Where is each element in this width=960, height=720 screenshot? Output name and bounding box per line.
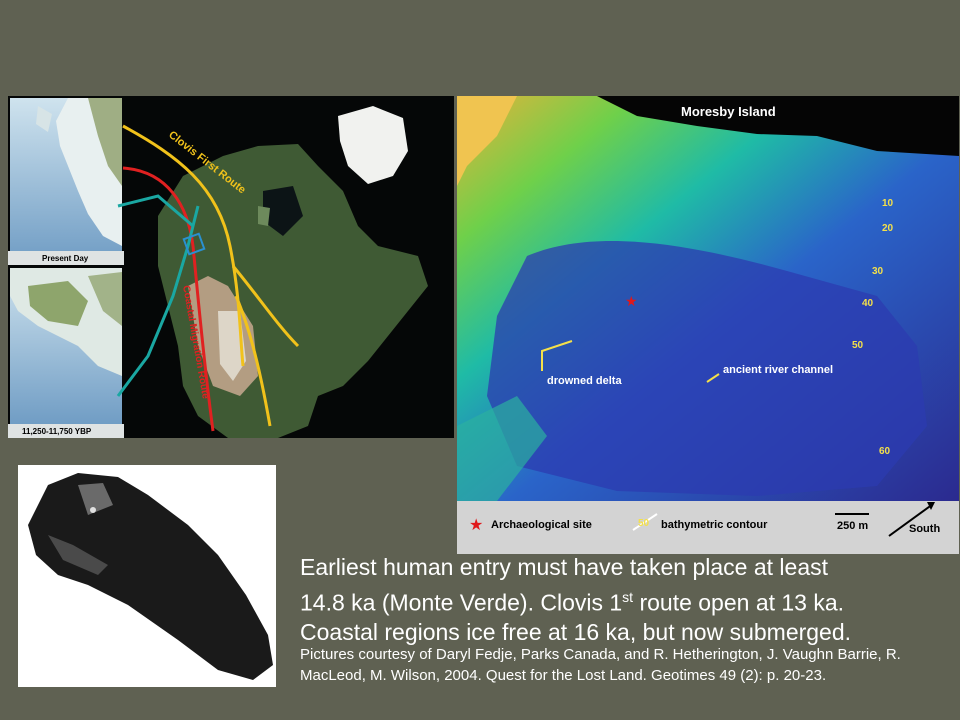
picture-credit: Pictures courtesy of Daryl Fedje, Parks … bbox=[300, 646, 901, 684]
legend-contour-label: bathymetric contour bbox=[661, 519, 768, 531]
summary-line-2: 14.8 ka (Monte Verde). Clovis 1st route … bbox=[300, 583, 950, 618]
migration-route-map: Present Day 11,250-11,750 YBP Clovis Fir… bbox=[8, 96, 454, 438]
archaeological-site-star: ★ bbox=[625, 294, 638, 310]
stone-artifact-photo bbox=[18, 465, 276, 687]
summary-line-2-start: 14.8 ka (Monte Verde). Clovis 1 bbox=[300, 589, 623, 616]
contour-10: 10 bbox=[882, 198, 894, 209]
legend-star-icon: ★ bbox=[469, 515, 483, 534]
summary-text: Earliest human entry must have taken pla… bbox=[300, 553, 950, 647]
contour-50: 50 bbox=[852, 340, 864, 351]
moresby-island-label: Moresby Island bbox=[681, 104, 776, 119]
contour-40: 40 bbox=[862, 298, 874, 309]
legend-site-label: Archaeological site bbox=[491, 519, 592, 531]
summary-line-2-end: route open at 13 ka. bbox=[633, 589, 845, 616]
scale-bar-label: 250 m bbox=[837, 520, 868, 532]
map-legend: ★ Archaeological site 50 bathymetric con… bbox=[457, 501, 959, 554]
greenland bbox=[338, 106, 408, 184]
direction-label: South bbox=[909, 523, 940, 535]
summary-line-1: Earliest human entry must have taken pla… bbox=[300, 554, 829, 580]
bathymetry-map: Moresby Island 10 20 30 40 50 60 ★ drown… bbox=[457, 96, 959, 554]
legend-contour-value: 50 bbox=[638, 518, 650, 529]
present-day-label: Present Day bbox=[42, 254, 89, 263]
inset-past: 11,250-11,750 YBP bbox=[8, 268, 124, 438]
contour-30: 30 bbox=[872, 266, 884, 277]
inset-present-day: Present Day bbox=[8, 98, 124, 265]
superscript-st: st bbox=[622, 588, 634, 605]
drowned-delta-label: drowned delta bbox=[547, 375, 622, 387]
summary-line-3: Coastal regions ice free at 16 ka, but n… bbox=[300, 618, 852, 645]
contour-20: 20 bbox=[882, 223, 894, 234]
past-date-label: 11,250-11,750 YBP bbox=[22, 427, 92, 436]
river-channel-label: ancient river channel bbox=[723, 364, 833, 376]
contour-60: 60 bbox=[879, 446, 891, 457]
